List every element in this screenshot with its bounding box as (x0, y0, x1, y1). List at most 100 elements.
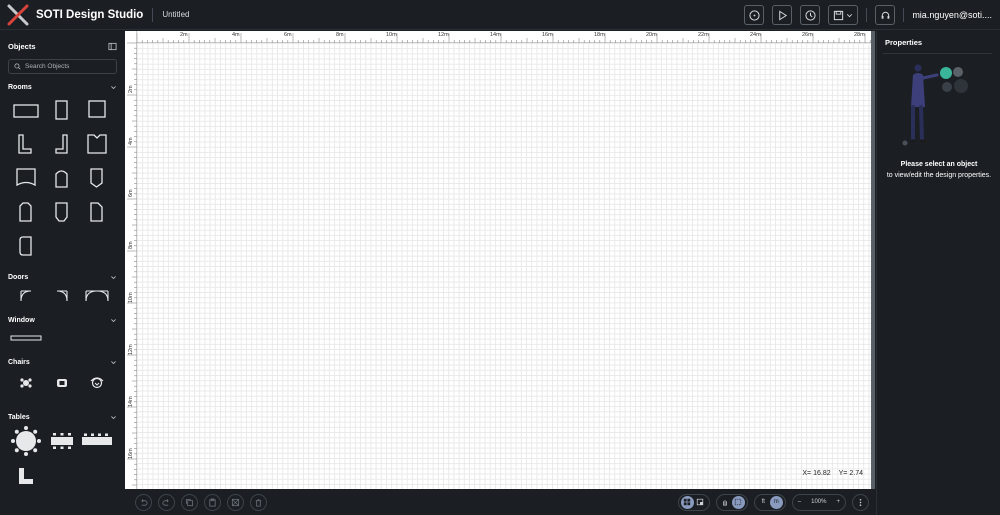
x-coordinate-value: 16.82 (813, 470, 831, 477)
save-icon (834, 10, 844, 20)
vertical-scrollbar[interactable] (871, 31, 875, 489)
section-label-tables: Tables (8, 413, 30, 421)
ruler-label: 4m (232, 32, 240, 38)
room-arch-top-icon[interactable] (55, 168, 68, 188)
chair-armchair-icon[interactable] (56, 377, 68, 389)
section-chairs[interactable]: Chairs (0, 355, 124, 369)
info-button[interactable] (744, 5, 765, 25)
unit-m-toggle[interactable]: m (769, 495, 783, 509)
x-coordinate-label: X= (802, 470, 812, 477)
design-canvas[interactable]: 2m 4m 6m 8m 10m 12m 14m 16m 18m 20m 22m … (125, 31, 875, 489)
chevron-down-icon (111, 275, 116, 279)
section-label-chairs: Chairs (8, 358, 30, 366)
ruler-label: 24m (750, 32, 761, 38)
chair-office-icon[interactable] (20, 377, 32, 389)
more-options-button[interactable] (852, 493, 869, 511)
unit-toggle-group: ft m (753, 493, 786, 511)
chair-round-icon[interactable] (90, 376, 104, 390)
collapse-panel-icon[interactable] (108, 42, 117, 51)
door-single-left-icon[interactable] (20, 290, 32, 302)
room-notched-icon[interactable] (87, 134, 107, 154)
search-box[interactable] (8, 59, 117, 74)
ruler-label: 22m (698, 32, 709, 38)
properties-panel: Properties Please select an object to vi… (876, 31, 1000, 515)
room-rectangle-icon[interactable] (13, 104, 39, 118)
room-shield-icon[interactable] (55, 202, 68, 222)
tables-grid (0, 424, 124, 494)
paste-button[interactable] (204, 493, 221, 511)
ruler-label: 2m (128, 85, 134, 93)
top-bar: SOTI Design Studio Untitled mia.nguyen@s… (0, 0, 1000, 30)
toolbar-right: mia.nguyen@soti.... (736, 0, 992, 30)
play-button[interactable] (772, 5, 793, 25)
room-l-shape-icon[interactable] (18, 134, 32, 154)
room-tapered-icon[interactable] (90, 168, 103, 188)
table-round-icon[interactable] (10, 425, 42, 457)
divider (866, 8, 868, 22)
door-double-icon[interactable] (85, 290, 109, 302)
ruler-label: 26m (802, 32, 813, 38)
select-tool-toggle[interactable] (731, 495, 745, 509)
room-square-icon[interactable] (88, 100, 106, 118)
room-tall-rectangle-icon[interactable] (55, 100, 68, 120)
app-brand: SOTI Design Studio (36, 8, 144, 21)
zoom-control: – 100% + (791, 493, 846, 511)
chevron-down-icon (111, 415, 116, 419)
canvas-grid[interactable] (137, 43, 871, 489)
delete-button[interactable] (250, 493, 267, 511)
section-doors[interactable]: Doors (0, 270, 124, 284)
window-icon[interactable] (10, 335, 42, 341)
pan-tool-toggle[interactable] (719, 496, 732, 509)
zoom-level: 100% (811, 499, 827, 505)
section-window[interactable]: Window (0, 313, 124, 327)
search-input[interactable] (25, 63, 115, 70)
save-button[interactable] (828, 5, 859, 25)
table-l-shape-icon[interactable] (18, 467, 34, 485)
room-octagon-icon[interactable] (19, 202, 32, 222)
room-corner-cut-icon[interactable] (90, 202, 103, 222)
properties-message-body: to view/edit the design properties. (886, 172, 992, 179)
select-icon (735, 498, 742, 506)
section-tables[interactable]: Tables (0, 410, 124, 424)
zoom-out-button[interactable]: – (798, 499, 801, 505)
copy-button[interactable] (181, 493, 198, 511)
snap-toggle[interactable] (694, 496, 707, 509)
y-coordinate-value: 2.74 (849, 470, 863, 477)
grid-icon (684, 498, 691, 506)
redo-button[interactable] (158, 493, 175, 511)
chairs-grid (0, 369, 124, 410)
properties-empty-message: Please select an object to view/edit the… (877, 159, 1000, 181)
section-rooms[interactable]: Rooms (0, 80, 124, 94)
snap-icon (697, 498, 704, 506)
ruler-label: 14m (128, 396, 134, 407)
table-long-icon[interactable] (81, 433, 113, 447)
doors-grid (0, 284, 124, 313)
design-studio-app: SOTI Design Studio Untitled mia.nguyen@s… (0, 0, 1000, 515)
grid-view-toggle[interactable] (680, 495, 694, 509)
history-button[interactable] (800, 5, 821, 25)
support-button[interactable] (875, 5, 896, 25)
paste-icon (209, 498, 216, 507)
room-j-shape-icon[interactable] (55, 134, 68, 154)
section-label-window: Window (8, 316, 35, 324)
zoom-in-button[interactable]: + (836, 499, 840, 505)
room-rounded-corner-icon[interactable] (19, 236, 32, 256)
ruler-horizontal: 2m 4m 6m 8m 10m 12m 14m 16m 18m 20m 22m … (125, 31, 875, 43)
divider (883, 53, 992, 54)
chevron-down-icon (111, 360, 116, 364)
objects-panel-title: Objects (8, 41, 36, 51)
divider (152, 7, 154, 22)
user-account[interactable]: mia.nguyen@soti.... (912, 10, 992, 20)
ruler-label: 28m (854, 32, 865, 38)
unit-ft-toggle[interactable]: ft (757, 496, 770, 509)
room-curved-bottom-icon[interactable] (16, 168, 36, 188)
document-title[interactable]: Untitled (162, 10, 189, 19)
ruler-label: 16m (128, 448, 134, 459)
view-toggle-group (677, 493, 710, 511)
ruler-label: 6m (128, 189, 134, 197)
undo-button[interactable] (135, 493, 152, 511)
door-single-right-icon[interactable] (56, 290, 68, 302)
ruler-label: 4m (128, 137, 134, 145)
group-button[interactable] (227, 493, 244, 511)
table-rectangle-icon[interactable] (50, 432, 74, 450)
